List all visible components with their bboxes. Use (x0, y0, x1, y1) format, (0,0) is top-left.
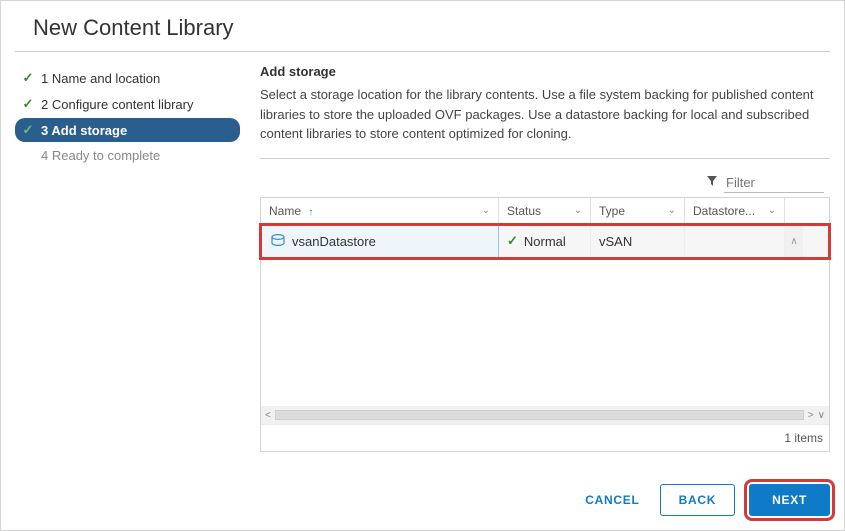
wizard-steps: ✓ 1 Name and location ✓ 2 Configure cont… (15, 52, 240, 452)
filter-input[interactable] (724, 173, 824, 193)
scroll-down-icon: ∨ (818, 410, 825, 421)
table-row[interactable]: vsanDatastore ✓ Normal vSAN (261, 225, 829, 258)
table-body: vsanDatastore ✓ Normal vSAN (261, 225, 829, 407)
scroll-up-icon: ∧ (790, 236, 797, 247)
horizontal-scrollbar[interactable]: < > ∨ (261, 406, 829, 424)
cell-status: ✓ Normal (499, 225, 591, 258)
wizard-step-ready-complete: 4 Ready to complete (15, 144, 240, 167)
column-header-type[interactable]: Type ⌄ (591, 198, 685, 224)
scrollbar-track[interactable] (275, 410, 804, 420)
chevron-down-icon: ⌄ (668, 205, 676, 216)
datastore-table: Name ↑ ⌄ Status ⌄ Type ⌄ Datastore. (260, 197, 830, 453)
wizard-step-label: 3 Add storage (41, 123, 127, 138)
column-header-status[interactable]: Status ⌄ (499, 198, 591, 224)
datastore-icon (270, 234, 286, 248)
dialog-footer: CANCEL BACK NEXT (579, 484, 830, 516)
cancel-button[interactable]: CANCEL (579, 485, 645, 515)
column-label: Type (599, 204, 625, 218)
check-icon (21, 148, 35, 163)
column-header-datastore-cluster[interactable]: Datastore... ⌄ (685, 198, 785, 224)
back-button[interactable]: BACK (660, 484, 736, 516)
wizard-step-label: 1 Name and location (41, 71, 160, 86)
cell-datastore-cluster (685, 225, 785, 258)
wizard-step-label: 2 Configure content library (41, 97, 193, 112)
chevron-down-icon: ⌄ (482, 205, 490, 216)
panel-description: Select a storage location for the librar… (260, 85, 830, 159)
sort-asc-icon: ↑ (308, 207, 313, 218)
table-item-count: 1 items (261, 424, 829, 451)
panel-heading: Add storage (260, 64, 830, 79)
chevron-down-icon: ⌄ (574, 205, 582, 216)
column-label: Status (507, 204, 541, 218)
wizard-step-name-location[interactable]: ✓ 1 Name and location (15, 66, 240, 90)
check-icon: ✓ (21, 122, 35, 138)
chevron-down-icon: ⌄ (768, 205, 776, 216)
dialog-body: ✓ 1 Name and location ✓ 2 Configure cont… (1, 52, 844, 452)
scroll-right-icon: > (808, 410, 814, 421)
scroll-up-button[interactable]: ∧ (785, 225, 803, 258)
column-label: Datastore... (693, 204, 755, 218)
dialog-title: New Content Library (15, 1, 830, 52)
cell-name: vsanDatastore (261, 225, 499, 258)
next-button[interactable]: NEXT (749, 484, 830, 516)
filter-bar (260, 169, 830, 197)
column-header-name[interactable]: Name ↑ ⌄ (261, 198, 499, 224)
check-icon: ✓ (507, 233, 518, 249)
cell-type: vSAN (591, 225, 685, 258)
wizard-step-add-storage[interactable]: ✓ 3 Add storage (15, 118, 240, 142)
check-icon: ✓ (21, 70, 35, 86)
datastore-name: vsanDatastore (292, 234, 376, 249)
panel-add-storage: Add storage Select a storage location fo… (240, 52, 830, 452)
type-text: vSAN (599, 234, 632, 249)
filter-icon[interactable] (706, 175, 718, 190)
check-icon: ✓ (21, 96, 35, 112)
table-header: Name ↑ ⌄ Status ⌄ Type ⌄ Datastore. (261, 198, 829, 225)
status-text: Normal (524, 234, 566, 249)
wizard-step-label: 4 Ready to complete (41, 148, 160, 163)
wizard-step-configure-library[interactable]: ✓ 2 Configure content library (15, 92, 240, 116)
column-header-scroll (785, 198, 803, 224)
new-content-library-dialog: New Content Library ✓ 1 Name and locatio… (0, 0, 845, 531)
scroll-left-icon: < (265, 410, 271, 421)
column-label: Name (269, 204, 301, 218)
